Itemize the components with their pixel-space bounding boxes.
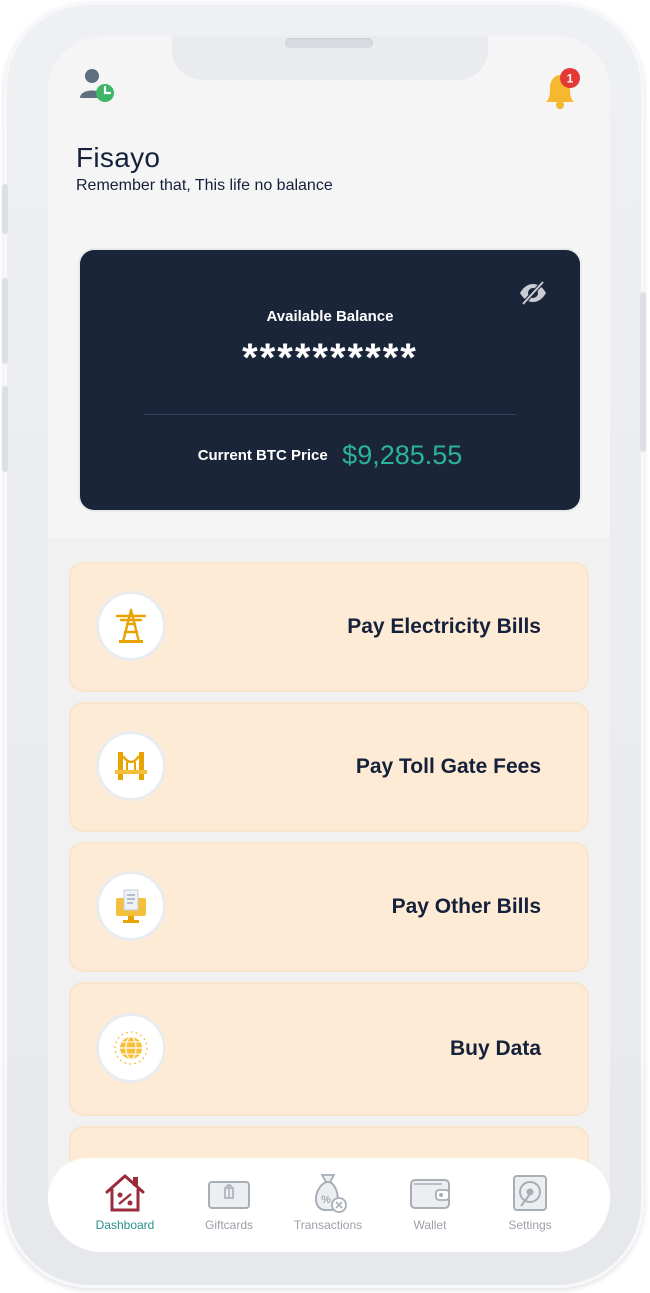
- balance-value-masked: **********: [242, 336, 418, 380]
- phone-volume-down: [2, 386, 8, 472]
- phone-side-button: [2, 184, 8, 234]
- tab-giftcards[interactable]: Giftcards: [179, 1172, 279, 1232]
- app-screen: 1 Fisayo Remember that, This life no bal…: [48, 36, 610, 1252]
- service-label: Buy Data: [449, 1037, 541, 1060]
- card-divider: [144, 414, 516, 415]
- notification-badge-count: 1: [567, 72, 574, 86]
- phone-frame: 1 Fisayo Remember that, This life no bal…: [2, 2, 646, 1288]
- phone-power-button: [640, 292, 646, 452]
- service-label: Pay Toll Gate Fees: [355, 755, 541, 778]
- balance-card: Available Balance ********** Current BTC…: [80, 250, 580, 510]
- services-list: Pay Electricity Bills Pay Toll Gate Fees: [48, 538, 610, 1252]
- tab-label: Wallet: [413, 1218, 447, 1232]
- giftcard-icon: [208, 1181, 250, 1209]
- tab-transactions[interactable]: % Transactions: [278, 1172, 378, 1232]
- hide-balance-eye-icon[interactable]: [518, 278, 548, 308]
- service-buy-data[interactable]: Buy Data: [71, 984, 587, 1114]
- profile-clock-icon[interactable]: [78, 66, 118, 106]
- tab-label: Settings: [508, 1218, 552, 1232]
- electricity-tower-icon: [99, 594, 163, 658]
- bottom-tab-bar: Dashboard Giftcards % Transactions Walle…: [48, 1158, 610, 1252]
- tab-settings[interactable]: Settings: [480, 1172, 580, 1232]
- phone-volume-up: [2, 278, 8, 364]
- service-label: Pay Electricity Bills: [347, 615, 541, 638]
- money-bag-icon: %: [315, 1174, 347, 1213]
- notification-bell-icon[interactable]: 1: [540, 66, 584, 110]
- btc-price-row: Current BTC Price $9,285.55: [80, 440, 580, 471]
- user-tagline: Remember that, This life no balance: [76, 177, 333, 194]
- tab-label: Dashboard: [95, 1218, 155, 1232]
- tab-label: Transactions: [293, 1218, 363, 1232]
- phone-speaker: [285, 38, 373, 48]
- user-name: Fisayo: [76, 142, 161, 173]
- bridge-icon: [99, 734, 163, 798]
- phone-notch: [172, 36, 488, 80]
- tab-dashboard[interactable]: Dashboard: [75, 1172, 175, 1232]
- svg-text:%: %: [321, 1194, 331, 1206]
- service-pay-toll-gate[interactable]: Pay Toll Gate Fees: [71, 704, 587, 830]
- btc-price-label: Current BTC Price: [197, 447, 328, 464]
- house-percent-icon: [105, 1174, 145, 1212]
- globe-icon: [99, 1016, 163, 1080]
- service-pay-electricity[interactable]: Pay Electricity Bills: [71, 564, 587, 690]
- service-pay-other-bills[interactable]: Pay Other Bills: [71, 844, 587, 970]
- wallet-icon: [410, 1179, 450, 1209]
- tab-label: Giftcards: [204, 1218, 253, 1232]
- settings-disk-icon: [513, 1175, 547, 1211]
- balance-label: Available Balance: [266, 308, 394, 325]
- tab-wallet[interactable]: Wallet: [380, 1172, 480, 1232]
- monitor-bill-icon: [99, 874, 163, 938]
- btc-price-value: $9,285.55: [342, 440, 463, 470]
- service-label: Pay Other Bills: [391, 895, 541, 918]
